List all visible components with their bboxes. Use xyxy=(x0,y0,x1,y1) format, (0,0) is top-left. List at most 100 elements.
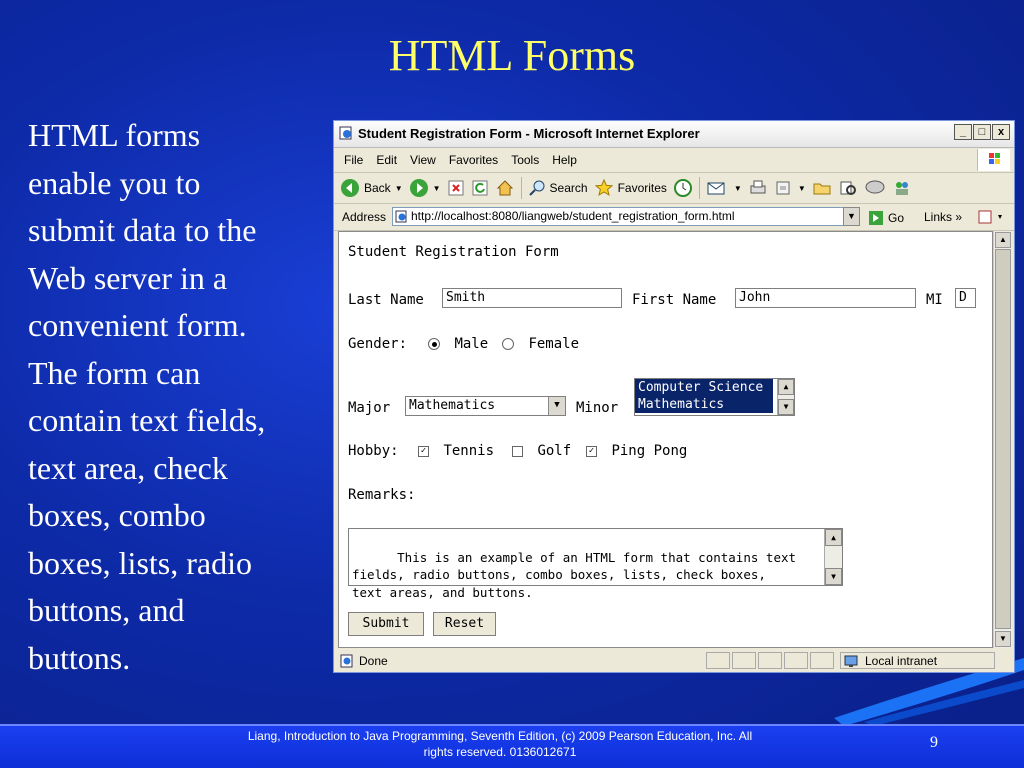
status-cell xyxy=(732,652,756,669)
window-titlebar[interactable]: Student Registration Form - Microsoft In… xyxy=(334,121,1014,148)
status-cell xyxy=(810,652,834,669)
favorites-button[interactable]: Favorites xyxy=(594,178,667,198)
back-button[interactable]: Back ▼ xyxy=(340,178,403,198)
research-icon[interactable] xyxy=(838,179,858,197)
last-name-input[interactable]: Smith xyxy=(442,288,622,308)
dropdown-arrow-icon[interactable]: ▼ xyxy=(798,184,806,193)
slide-body-text: HTML forms enable you to submit data to … xyxy=(28,112,328,682)
history-icon[interactable] xyxy=(673,178,693,198)
close-button[interactable]: x xyxy=(992,124,1010,140)
forward-button[interactable]: ▼ xyxy=(409,178,441,198)
status-cell xyxy=(758,652,782,669)
minimize-button[interactable]: _ xyxy=(954,124,972,140)
checkbox-checked-icon[interactable]: ✓ xyxy=(586,445,597,457)
listbox-scrollbar[interactable]: ▲ ▼ xyxy=(777,379,794,415)
footer-line: Liang, Introduction to Java Programming,… xyxy=(247,729,753,743)
status-bar: Done Local intranet xyxy=(334,650,1014,672)
home-icon[interactable] xyxy=(495,178,515,198)
chevron-down-icon[interactable]: ▼ xyxy=(548,397,565,415)
links-label: Links xyxy=(924,210,953,224)
window-controls: _ □ x xyxy=(954,124,1010,140)
search-label: Search xyxy=(549,181,588,195)
menu-tools[interactable]: Tools xyxy=(511,153,539,167)
status-text: Done xyxy=(359,654,388,668)
toolbar-extra-icon[interactable] xyxy=(978,209,1006,225)
textarea-scrollbar[interactable]: ▲ ▼ xyxy=(824,529,842,585)
minor-option[interactable]: Mathematics xyxy=(635,396,773,413)
body-line: boxes, combo xyxy=(28,497,206,533)
scrollbar-thumb[interactable] xyxy=(995,249,1011,629)
window-title: Student Registration Form - Microsoft In… xyxy=(358,126,700,141)
url-field[interactable]: http://localhost:8080/liangweb/student_r… xyxy=(392,207,860,226)
go-arrow-icon xyxy=(869,211,883,225)
links-button[interactable]: Links » xyxy=(924,210,962,224)
ie-window: Student Registration Form - Microsoft In… xyxy=(333,120,1015,673)
reset-button[interactable]: Reset xyxy=(433,612,496,636)
gender-female-option[interactable]: Female xyxy=(502,336,579,352)
hobby-golf-option[interactable]: Golf xyxy=(512,443,571,459)
body-line: buttons. xyxy=(28,639,131,676)
people-icon[interactable] xyxy=(892,179,912,197)
maximize-button[interactable]: □ xyxy=(973,124,991,140)
toolbar-separator xyxy=(520,177,522,199)
checkbox-checked-icon[interactable]: ✓ xyxy=(418,445,429,457)
gender-male-label: Male xyxy=(454,336,489,352)
hobby-pingpong-option[interactable]: ✓ Ping Pong xyxy=(586,443,687,459)
go-button[interactable]: Go xyxy=(868,210,904,226)
hobby-label: Hobby: xyxy=(348,443,399,459)
toolbar-separator xyxy=(698,177,700,199)
back-label: Back xyxy=(364,181,391,195)
page-scrollbar[interactable]: ▲ ▼ xyxy=(993,231,1012,648)
minor-option[interactable]: Computer Science xyxy=(635,379,773,396)
submit-button[interactable]: Submit xyxy=(348,612,424,636)
chevron-down-icon[interactable]: ▼ xyxy=(843,207,860,226)
menu-help[interactable]: Help xyxy=(552,153,577,167)
page-icon xyxy=(395,210,407,223)
body-line: convenient form. xyxy=(28,307,247,343)
scroll-down-icon[interactable]: ▼ xyxy=(778,399,794,415)
stop-icon[interactable] xyxy=(447,179,465,197)
scroll-up-icon[interactable]: ▲ xyxy=(778,379,794,395)
hobby-tennis-option[interactable]: ✓ Tennis xyxy=(418,443,494,459)
footer-copyright: Liang, Introduction to Java Programming,… xyxy=(190,728,810,760)
minor-listbox[interactable]: Computer Science Mathematics ▲ ▼ xyxy=(634,378,795,416)
scroll-up-icon[interactable]: ▲ xyxy=(825,529,842,546)
hobby-golf-label: Golf xyxy=(537,443,572,459)
search-icon xyxy=(528,180,545,196)
print-icon[interactable] xyxy=(748,179,768,197)
scroll-up-icon[interactable]: ▲ xyxy=(995,232,1011,248)
mi-input[interactable]: D xyxy=(955,288,976,308)
messenger-icon[interactable] xyxy=(864,179,886,197)
footer-line: rights reserved. 0136012671 xyxy=(423,745,577,759)
body-line: contain text fields, xyxy=(28,402,266,438)
edit-icon[interactable] xyxy=(774,179,792,197)
menu-file[interactable]: File xyxy=(344,153,363,167)
gender-male-option[interactable]: Male xyxy=(428,336,488,352)
scroll-down-icon[interactable]: ▼ xyxy=(825,568,842,585)
gender-female-label: Female xyxy=(528,336,580,352)
menu-view[interactable]: View xyxy=(410,153,436,167)
remarks-textarea[interactable]: This is an example of an HTML form that … xyxy=(348,528,843,600)
scroll-down-icon[interactable]: ▼ xyxy=(995,631,1011,647)
menu-favorites[interactable]: Favorites xyxy=(449,153,498,167)
ie-page-icon xyxy=(339,126,352,140)
security-zone: Local intranet xyxy=(840,652,995,669)
radio-unselected-icon[interactable] xyxy=(502,338,514,350)
mi-label: MI xyxy=(926,292,943,308)
standard-toolbar: Back ▼ ▼ Search Favorites ▼ ▼ xyxy=(334,173,1014,204)
dropdown-arrow-icon: ▼ xyxy=(432,183,441,193)
chevron-right-icon: » xyxy=(955,210,963,224)
first-name-input[interactable]: John xyxy=(735,288,916,308)
radio-selected-icon[interactable] xyxy=(428,338,440,350)
refresh-icon[interactable] xyxy=(471,179,489,197)
checkbox-unchecked-icon[interactable] xyxy=(512,445,523,457)
last-name-label: Last Name xyxy=(348,292,424,308)
folder-icon[interactable] xyxy=(812,179,832,197)
search-button[interactable]: Search xyxy=(528,179,588,197)
body-line: boxes, lists, radio xyxy=(28,544,252,581)
major-combo[interactable]: Mathematics ▼ xyxy=(405,396,566,416)
menu-edit[interactable]: Edit xyxy=(376,153,397,167)
mail-icon[interactable] xyxy=(706,179,728,197)
dropdown-arrow-icon: ▼ xyxy=(394,183,403,193)
dropdown-arrow-icon[interactable]: ▼ xyxy=(734,184,742,193)
